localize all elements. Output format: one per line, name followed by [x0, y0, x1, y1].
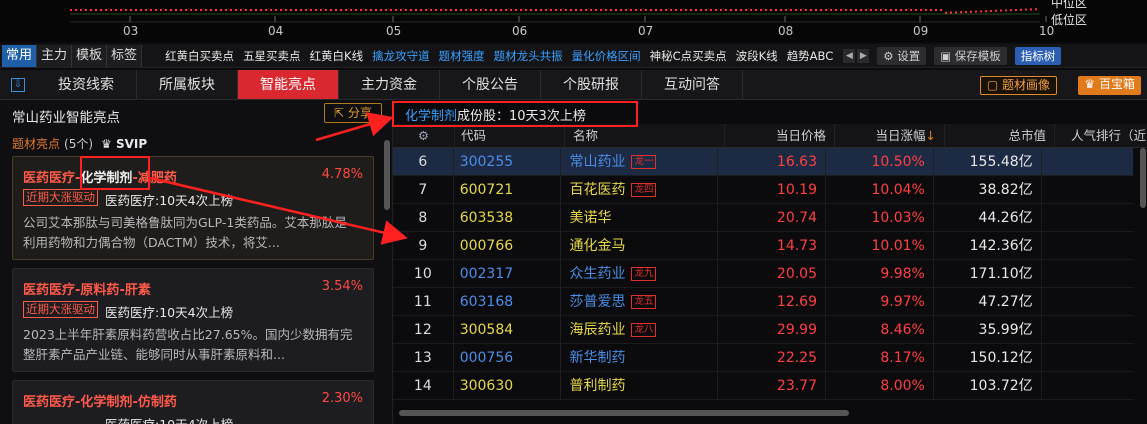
arrow-to-table — [149, 176, 408, 245]
annotation-arrows — [149, 112, 408, 245]
arrow-to-title — [315, 112, 394, 142]
